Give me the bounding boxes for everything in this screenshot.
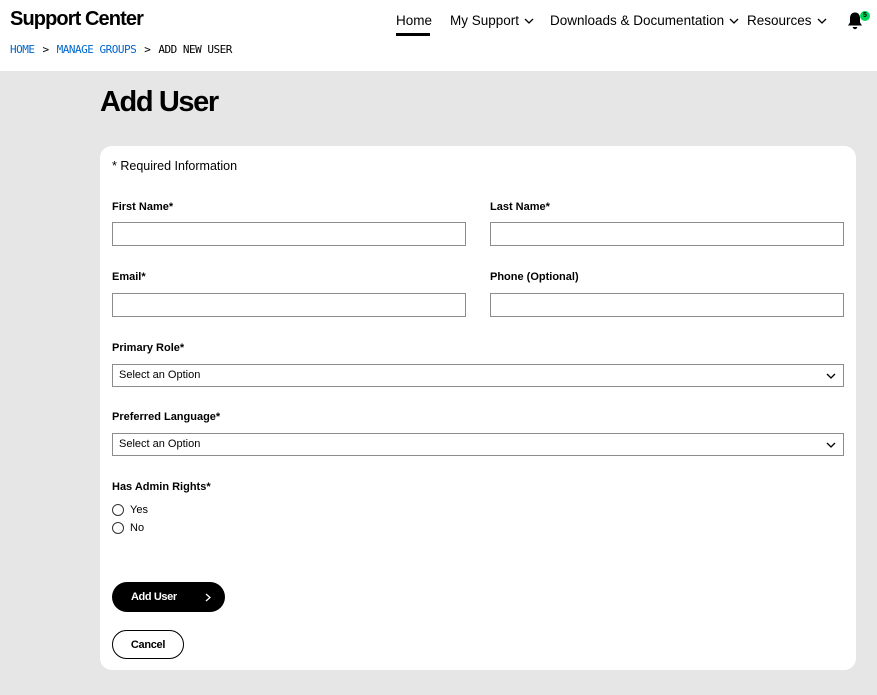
first-name-field[interactable] <box>112 222 466 246</box>
nav-my-support-label: My Support <box>450 13 520 28</box>
notification-badge: 5 <box>860 11 870 21</box>
radio-label-no: No <box>130 522 145 534</box>
admin-rights-label: Has Admin Rights* <box>112 481 211 493</box>
radio-label-yes: Yes <box>130 504 148 516</box>
primary-role-selected: Select an Option <box>119 369 201 381</box>
email-field[interactable] <box>112 293 466 317</box>
required-note: * Required Information <box>112 159 238 173</box>
phone-field[interactable] <box>490 293 844 317</box>
chevron-down-icon <box>826 373 836 379</box>
nav-my-support[interactable]: My Support <box>450 13 534 28</box>
phone-label: Phone (Optional) <box>490 271 579 283</box>
add-user-button-label: Add User <box>131 591 177 603</box>
primary-role-label: Primary Role* <box>112 342 185 354</box>
last-name-field[interactable] <box>490 222 844 246</box>
radio-button[interactable] <box>112 504 124 516</box>
email-label: Email* <box>112 271 146 283</box>
brand-title[interactable]: Support Center <box>10 8 144 31</box>
nav-resources-label: Resources <box>747 13 812 28</box>
chevron-down-icon <box>817 18 826 24</box>
nav-downloads-documentation[interactable]: Downloads & Documentation <box>550 13 739 28</box>
breadcrumb: HOME > MANAGE GROUPS > ADD NEW USER <box>10 43 232 56</box>
chevron-down-icon <box>729 18 739 24</box>
preferred-language-selected: Select an Option <box>119 438 201 450</box>
nav-downloads-label: Downloads & Documentation <box>550 13 725 28</box>
last-name-label: Last Name* <box>490 201 550 213</box>
chevron-down-icon <box>826 442 836 448</box>
site-header: Support Center Home My Support Downloads… <box>0 0 877 71</box>
breadcrumb-current: ADD NEW USER <box>158 43 232 56</box>
cancel-button-label: Cancel <box>130 638 166 651</box>
add-user-button[interactable]: Add User <box>112 582 225 612</box>
page-title: Add User <box>100 86 219 118</box>
preferred-language-select[interactable]: Select an Option <box>112 433 844 456</box>
chevron-right-icon <box>205 593 211 602</box>
primary-role-select[interactable]: Select an Option <box>112 364 844 387</box>
admin-rights-no[interactable]: No <box>112 522 144 534</box>
cancel-button[interactable]: Cancel <box>112 630 184 659</box>
nav-home[interactable]: Home <box>396 13 432 28</box>
breadcrumb-separator: > <box>144 43 151 56</box>
breadcrumb-manage-groups[interactable]: MANAGE GROUPS <box>57 43 137 56</box>
nav-resources[interactable]: Resources <box>747 13 827 28</box>
active-nav-indicator <box>396 33 430 36</box>
admin-rights-yes[interactable]: Yes <box>112 504 148 516</box>
preferred-language-label: Preferred Language* <box>112 411 221 423</box>
nav-home-label: Home <box>396 13 433 28</box>
first-name-label: First Name* <box>112 201 174 213</box>
add-user-form: * Required Information First Name* Last … <box>100 146 856 670</box>
chevron-down-icon <box>524 18 534 24</box>
radio-button[interactable] <box>112 522 124 534</box>
breadcrumb-home[interactable]: HOME <box>10 43 35 56</box>
breadcrumb-separator: > <box>42 43 50 56</box>
